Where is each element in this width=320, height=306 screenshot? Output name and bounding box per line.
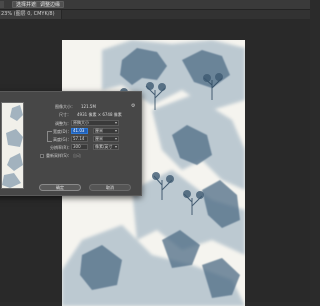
dimensions-label: 尺寸： [59, 112, 71, 117]
width-input[interactable]: 41.03 [71, 128, 88, 134]
height-label: 高度(G)： [53, 137, 72, 142]
image-size-dialog: 图像大小： 121.5M ⚙ 尺寸： 4931 像素 × 6748 像素 调整为… [0, 91, 142, 196]
height-unit-value: 厘米 [95, 136, 103, 141]
dimensions-value: 4931 像素 × 6748 像素 [77, 112, 122, 117]
chevron-down-icon: ▾ [114, 120, 117, 125]
gear-icon[interactable]: ⚙ [131, 103, 135, 109]
resample-value: 自动 [73, 153, 81, 158]
chevron-down-icon: ▾ [114, 136, 117, 141]
resolution-unit-select[interactable]: 像素/英寸 ▾ [93, 144, 119, 150]
options-bar: 选择并遮住... 调整边缘 [0, 0, 310, 10]
ok-button[interactable]: 确定 [39, 184, 81, 191]
height-input[interactable]: 57.14 [71, 136, 88, 142]
resolution-label: 分辨率(R)： [50, 145, 72, 150]
chain-link-icon[interactable] [47, 131, 52, 142]
width-unit-select[interactable]: 厘米 ▾ [93, 128, 119, 134]
chevron-down-icon: ▾ [114, 128, 117, 133]
image-size-value: 121.5M [81, 104, 96, 109]
chevron-down-icon: ▾ [114, 144, 117, 149]
resample-checkbox[interactable] [40, 154, 44, 158]
width-label: 宽度(D)： [53, 129, 72, 134]
height-unit-select[interactable]: 厘米 ▾ [93, 136, 119, 142]
resolution-input[interactable]: 300 [71, 144, 88, 150]
tool-fragment-icon[interactable] [0, 1, 4, 8]
image-preview[interactable] [1, 102, 24, 189]
image-size-label: 图像大小： [55, 104, 75, 109]
resolution-unit-value: 像素/英寸 [95, 144, 113, 149]
document-tab[interactable]: 23% (图层 0, CMYK/8) [0, 10, 62, 19]
width-unit-value: 厘米 [95, 128, 103, 133]
fit-to-select[interactable]: 原稿大小 ▾ [71, 120, 119, 126]
fit-to-value: 原稿大小 [73, 120, 89, 125]
fit-to-label: 调整为： [55, 121, 71, 126]
refine-edge-button[interactable]: 调整边缘 [36, 1, 65, 8]
cancel-button[interactable]: 取消 [89, 184, 131, 191]
resample-label: 重新采样(S)： [46, 153, 72, 158]
document-tab-bar: 23% (图层 0, CMYK/8) [0, 10, 310, 19]
preview-thumbnail-image [2, 103, 23, 188]
